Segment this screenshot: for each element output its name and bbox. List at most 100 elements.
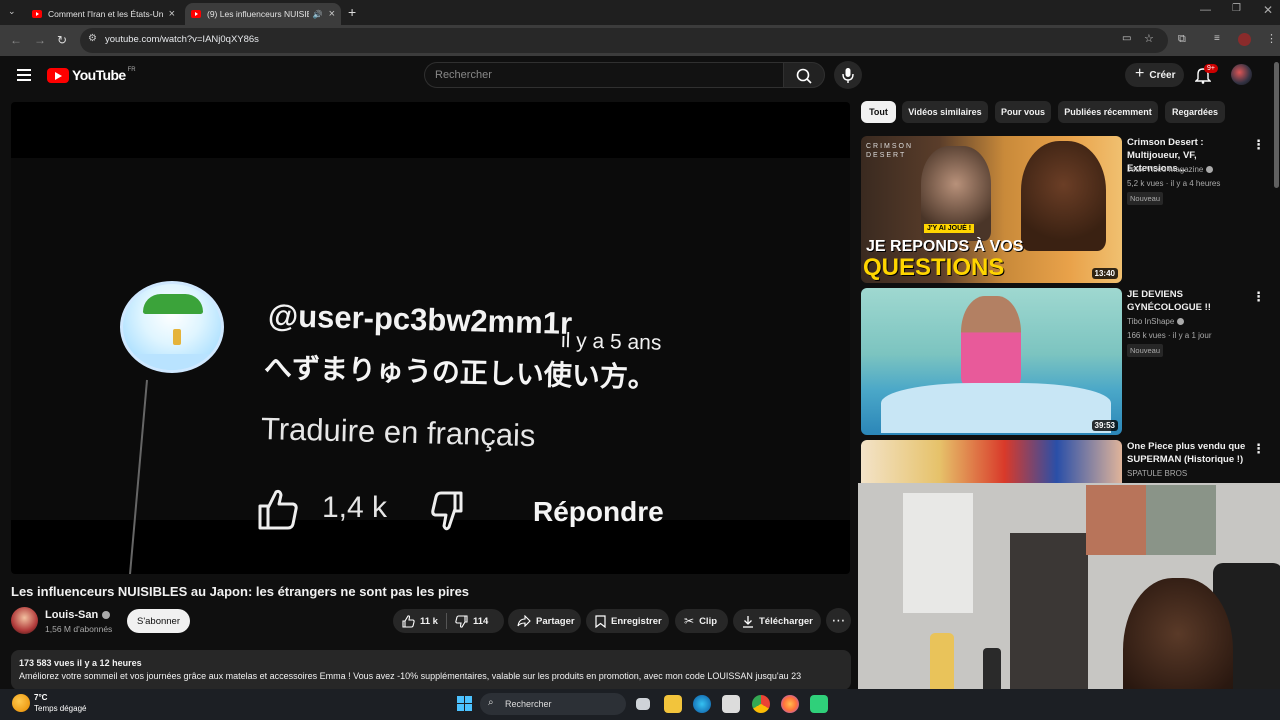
- page-scrollbar[interactable]: [1274, 62, 1279, 188]
- channel-name[interactable]: Louis-San: [45, 609, 111, 621]
- weather-temperature[interactable]: 7°C: [34, 693, 47, 702]
- audio-playing-icon[interactable]: 🔊: [313, 10, 323, 19]
- download-button[interactable]: Télécharger: [733, 609, 821, 633]
- cast-icon[interactable]: ▭: [1122, 33, 1131, 44]
- like-count[interactable]: 11 k: [420, 616, 438, 627]
- hamburger-menu-icon[interactable]: [17, 69, 31, 81]
- thumbnail-bed: [881, 383, 1111, 433]
- youtube-play-icon: [47, 67, 69, 83]
- dislike-count[interactable]: 114: [473, 616, 488, 627]
- youtube-logo[interactable]: YouTube FR: [47, 67, 136, 83]
- file-explorer-icon[interactable]: [664, 695, 682, 713]
- back-icon[interactable]: ←: [10, 33, 22, 47]
- clip-label: Clip: [699, 615, 718, 627]
- balloon-string: [129, 379, 148, 574]
- url-text: youtube.com/watch?v=IANj0qXY86s: [105, 34, 259, 45]
- video-thumbnail[interactable]: CRIMSON DESERT J'Y AI JOUÉ ! JE REPONDS …: [861, 136, 1122, 283]
- recommendation-item[interactable]: One Piece plus vendu que SUPERMAN (Histo…: [861, 440, 1271, 483]
- windows-start-icon[interactable]: [457, 696, 472, 711]
- voice-search-button[interactable]: [834, 61, 862, 89]
- like-button[interactable]: [402, 614, 415, 628]
- chip-related[interactable]: Vidéos similaires: [902, 101, 988, 123]
- windows-taskbar: 7°C Temps dégagé ⌕ Rechercher: [0, 689, 1280, 720]
- tab-title: (9) Les influenceurs NUISIBLE: [207, 9, 309, 19]
- chip-watched[interactable]: Regardées: [1165, 101, 1225, 123]
- recommendation-channel[interactable]: SPATULE BROS: [1127, 469, 1187, 478]
- thumbnail-tag: J'Y AI JOUÉ !: [924, 224, 975, 233]
- view-stats: 173 583 vues il y a 12 heures: [19, 658, 142, 668]
- tab-close-icon[interactable]: ×: [169, 8, 175, 20]
- description-box[interactable]: 173 583 vues il y a 12 heures Améliorez …: [11, 650, 851, 690]
- weather-sun-icon[interactable]: [12, 694, 30, 712]
- chrome-icon[interactable]: [752, 695, 770, 713]
- share-label: Partager: [536, 615, 575, 627]
- create-button[interactable]: + Créer: [1125, 63, 1184, 87]
- country-code: FR: [127, 67, 136, 73]
- reload-icon[interactable]: ↻: [57, 33, 67, 47]
- chip-recently-uploaded[interactable]: Publiées récemment: [1058, 101, 1158, 123]
- search-field[interactable]: [424, 62, 783, 88]
- channel-name-text: SPATULE BROS: [1127, 469, 1188, 478]
- recommendation-title[interactable]: JE DEVIENS GYNÉCOLOGUE !!: [1127, 288, 1255, 314]
- media-control-icon[interactable]: ≡: [1214, 33, 1220, 44]
- browser-tab-active[interactable]: (9) Les influenceurs NUISIBLE 🔊 ×: [185, 3, 341, 25]
- search-input[interactable]: [425, 63, 783, 87]
- window-close-icon[interactable]: ✕: [1263, 3, 1273, 17]
- recommendation-channel[interactable]: Tibo InShape: [1127, 317, 1185, 326]
- video-title: Les influenceurs NUISIBLES au Japon: les…: [11, 584, 470, 599]
- chip-for-you[interactable]: Pour vous: [995, 101, 1051, 123]
- weather-condition[interactable]: Temps dégagé: [34, 704, 86, 713]
- app-icon[interactable]: [810, 695, 828, 713]
- wall-poster: [1146, 485, 1216, 555]
- task-view-icon[interactable]: [636, 698, 650, 710]
- address-bar[interactable]: ⚙ youtube.com/watch?v=IANj0qXY86s ▭ ☆: [80, 28, 1168, 53]
- comment-translate-link: Traduire en français: [260, 411, 536, 454]
- comment-like-count: 1,4 k: [322, 491, 388, 524]
- create-label: Créer: [1149, 69, 1176, 81]
- subscribe-button[interactable]: S'abonner: [127, 609, 190, 633]
- minimize-icon[interactable]: —: [1200, 4, 1211, 16]
- microphone-icon: [842, 68, 854, 83]
- dislike-button[interactable]: [455, 614, 468, 628]
- new-tab-icon[interactable]: +: [348, 4, 356, 20]
- verified-icon: [1206, 166, 1214, 173]
- bookmark-star-icon[interactable]: ☆: [1144, 32, 1154, 45]
- firefox-icon[interactable]: [781, 695, 799, 713]
- video-thumbnail[interactable]: [861, 440, 1122, 483]
- logo-wordmark: YouTube: [72, 67, 126, 83]
- forward-icon[interactable]: →: [34, 33, 46, 47]
- subscriber-count: 1,56 M d'abonnés: [45, 624, 113, 634]
- more-vert-icon[interactable]: ⋮: [1252, 441, 1265, 457]
- channel-avatar[interactable]: [11, 607, 38, 634]
- video-player[interactable]: @user-pc3bw2mm1r il y a 5 ans へずまりゅうの正しい…: [11, 102, 850, 574]
- profile-icon[interactable]: [1238, 33, 1251, 46]
- chip-all[interactable]: Tout: [861, 101, 896, 123]
- tab-list-dropdown-icon[interactable]: ⌄: [8, 6, 16, 17]
- recommendation-title[interactable]: One Piece plus vendu que SUPERMAN (Histo…: [1127, 440, 1255, 466]
- comment-age: il y a 5 ans: [560, 329, 662, 355]
- more-actions-icon[interactable]: ⋯: [826, 608, 851, 633]
- edge-icon[interactable]: [693, 695, 711, 713]
- share-button[interactable]: Partager: [508, 609, 581, 633]
- store-icon[interactable]: [722, 695, 740, 713]
- recommendation-channel[interactable]: Jeux Vidéo Magazine: [1127, 165, 1214, 174]
- scissors-icon: ✂: [684, 614, 695, 628]
- save-button[interactable]: Enregistrer: [586, 609, 669, 633]
- browser-tab[interactable]: Comment l'Iran et les États-Uni ×: [26, 3, 181, 25]
- more-vert-icon[interactable]: ⋮: [1252, 137, 1265, 153]
- video-thumbnail[interactable]: 39:53: [861, 288, 1122, 435]
- browser-menu-icon[interactable]: ⋮: [1266, 32, 1277, 45]
- site-info-icon[interactable]: ⚙: [88, 33, 97, 44]
- restore-icon[interactable]: ❐: [1232, 3, 1241, 14]
- recommendation-item[interactable]: CRIMSON DESERT J'Y AI JOUÉ ! JE REPONDS …: [861, 136, 1271, 286]
- tab-close-icon[interactable]: ×: [329, 8, 335, 20]
- taskbar-search-label: Rechercher: [505, 699, 552, 709]
- clip-button[interactable]: ✂ Clip: [675, 609, 728, 633]
- channel-name-text: Tibo InShape: [1127, 317, 1175, 326]
- search-button[interactable]: [783, 62, 825, 88]
- account-avatar[interactable]: [1231, 64, 1252, 85]
- extensions-icon[interactable]: ⧉: [1178, 33, 1186, 46]
- recommendation-item[interactable]: 39:53 JE DEVIENS GYNÉCOLOGUE !! Tibo InS…: [861, 288, 1271, 438]
- more-vert-icon[interactable]: ⋮: [1252, 289, 1265, 305]
- taskbar-search[interactable]: ⌕ Rechercher: [480, 693, 626, 715]
